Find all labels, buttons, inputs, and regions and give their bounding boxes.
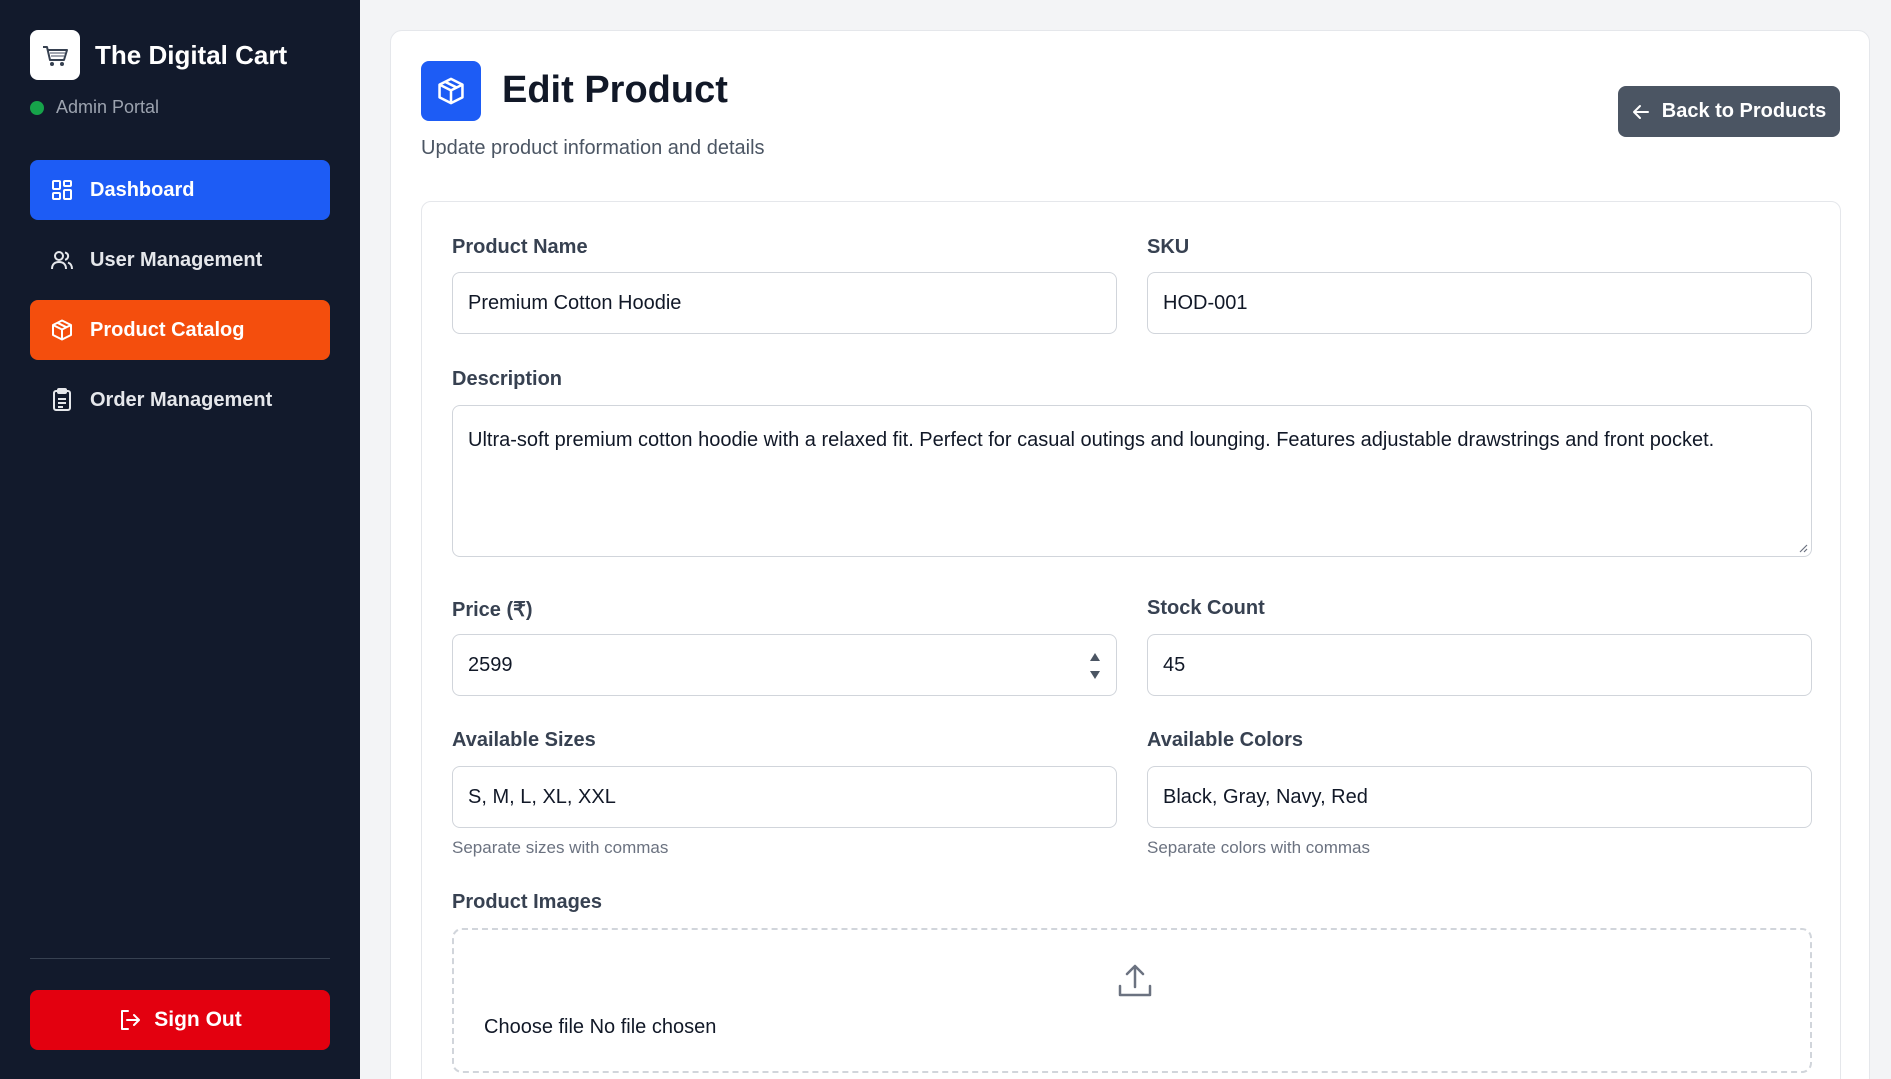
portal-label: Admin Portal xyxy=(30,97,159,118)
product-form: Product Name Premium Cotton Hoodie SKU H… xyxy=(421,201,1841,1079)
edit-product-card: Edit Product Update product information … xyxy=(390,30,1870,1079)
price-input[interactable]: 2599 xyxy=(452,634,1117,696)
stock-count-value: 45 xyxy=(1163,653,1186,676)
arrow-left-icon xyxy=(1632,103,1650,121)
sidebar-divider xyxy=(30,958,330,959)
number-spinner[interactable] xyxy=(1088,652,1102,680)
sign-out-button[interactable]: Sign Out xyxy=(30,990,330,1050)
price-label: Price (₹) xyxy=(452,599,533,621)
sidebar-item-order-management[interactable]: Order Management xyxy=(30,370,330,430)
resize-handle-icon[interactable] xyxy=(1798,543,1808,553)
package-icon xyxy=(50,318,74,342)
colors-input[interactable]: Black, Gray, Navy, Red xyxy=(1147,766,1812,828)
sizes-hint: Separate sizes with commas xyxy=(452,838,669,857)
colors-value: Black, Gray, Navy, Red xyxy=(1163,785,1368,808)
sizes-value: S, M, L, XL, XXL xyxy=(468,785,616,808)
back-button-label: Back to Products xyxy=(1661,100,1827,122)
sku-label: SKU xyxy=(1147,236,1190,258)
online-status-dot xyxy=(30,100,44,115)
product-name-input[interactable]: Premium Cotton Hoodie xyxy=(452,272,1117,334)
description-label: Description xyxy=(452,368,563,390)
shopping-cart-logo-icon xyxy=(30,30,80,80)
stock-count-input[interactable]: 45 xyxy=(1147,634,1812,696)
package-icon xyxy=(421,61,481,121)
sku-input[interactable]: HOD-001 xyxy=(1147,272,1812,334)
sizes-input[interactable]: S, M, L, XL, XXL xyxy=(452,766,1117,828)
sign-out-icon xyxy=(118,1007,144,1033)
sidebar-item-label: User Management xyxy=(90,248,263,271)
spinner-down-icon[interactable] xyxy=(1089,670,1101,680)
sidebar-item-user-management[interactable]: User Management xyxy=(30,230,330,290)
colors-label: Available Colors xyxy=(1147,729,1303,751)
upload-icon xyxy=(1118,964,1152,997)
file-input[interactable]: Choose file No file chosen xyxy=(484,1016,716,1039)
sign-out-label: Sign Out xyxy=(154,1008,242,1031)
stock-count-label: Stock Count xyxy=(1147,597,1265,619)
portal-subtitle: Admin Portal xyxy=(56,97,160,117)
sidebar-item-dashboard[interactable]: Dashboard xyxy=(30,160,330,220)
brand: The Digital Cart xyxy=(30,30,287,80)
description-value: Ultra-soft premium cotton hoodie with a … xyxy=(468,429,1715,451)
sidebar-item-product-catalog[interactable]: Product Catalog xyxy=(30,300,330,360)
image-dropzone[interactable]: Choose file No file chosen xyxy=(452,928,1812,1073)
back-to-products-button[interactable]: Back to Products xyxy=(1618,86,1840,137)
brand-title: The Digital Cart xyxy=(95,39,288,70)
dashboard-grid-icon xyxy=(50,178,74,202)
sku-value: HOD-001 xyxy=(1163,291,1248,314)
sidebar: The Digital Cart Admin Portal Dashboard … xyxy=(0,0,360,1079)
colors-hint: Separate colors with commas xyxy=(1147,838,1370,857)
users-icon xyxy=(50,248,74,272)
sidebar-item-label: Order Management xyxy=(90,388,273,411)
clipboard-icon xyxy=(50,388,74,412)
product-name-value: Premium Cotton Hoodie xyxy=(468,291,682,314)
spinner-up-icon[interactable] xyxy=(1089,652,1101,662)
sidebar-item-label: Product Catalog xyxy=(90,318,245,341)
price-value: 2599 xyxy=(468,653,513,676)
page-subtitle: Update product information and details xyxy=(421,137,765,159)
sidebar-item-label: Dashboard xyxy=(90,178,195,201)
product-images-label: Product Images xyxy=(452,891,603,913)
page-title: Edit Product xyxy=(502,69,728,111)
sizes-label: Available Sizes xyxy=(452,729,596,751)
product-name-label: Product Name xyxy=(452,236,588,258)
description-textarea[interactable]: Ultra-soft premium cotton hoodie with a … xyxy=(452,405,1812,557)
